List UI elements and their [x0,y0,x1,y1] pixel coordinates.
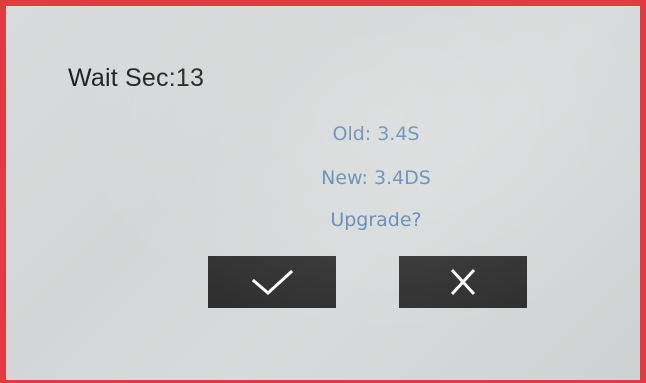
wait-countdown: Wait Sec:13 [68,64,205,92]
cancel-button[interactable] [399,256,527,308]
confirm-button[interactable] [208,256,336,308]
upgrade-prompt: Upgrade? [330,209,422,231]
close-icon [450,268,476,296]
new-version-label: New: 3.4DS [321,167,431,189]
checkmark-icon [251,269,294,296]
old-version-label: Old: 3.4S [332,123,420,145]
upgrade-dialog: Wait Sec:13 Old: 3.4S New: 3.4DS Upgrade… [0,0,646,383]
